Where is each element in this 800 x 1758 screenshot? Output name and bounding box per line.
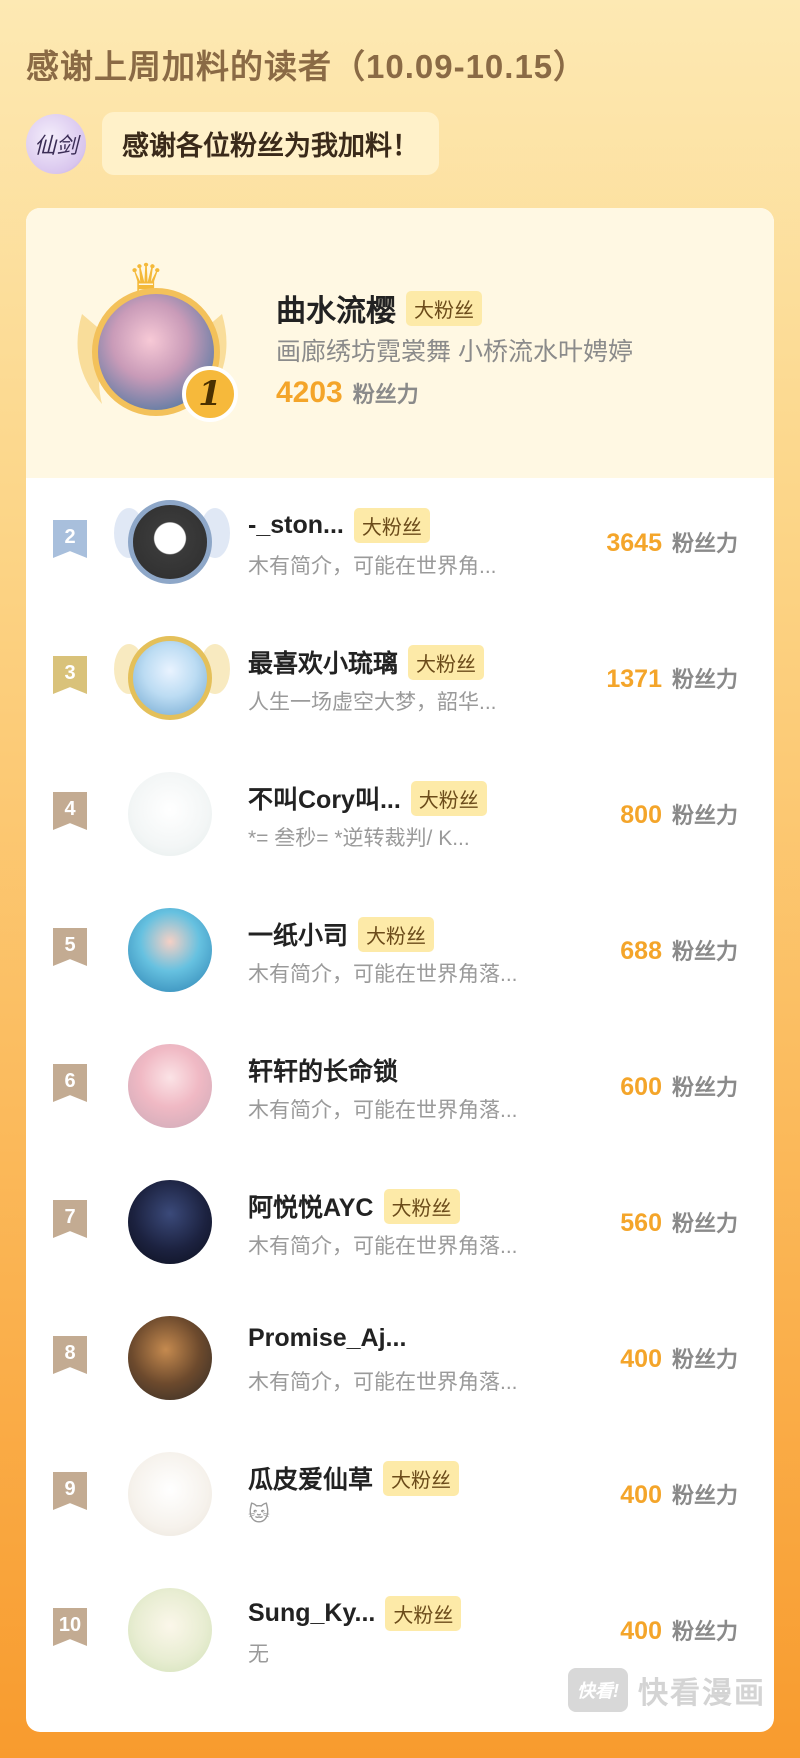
fan-name[interactable]: 阿悦悦AYC <box>248 1188 374 1224</box>
fan-score: 3645 <box>606 529 662 557</box>
fan-score: 400 <box>620 1345 662 1373</box>
rank-flag: 5 <box>53 928 87 966</box>
top-fan-section[interactable]: ♛ 1 曲水流樱 大粉丝 画廊绣坊霓裳舞 小桥流水叶娉婷 4203 粉丝力 <box>26 208 774 478</box>
fan-score: 600 <box>620 1073 662 1101</box>
avatar[interactable] <box>128 908 212 992</box>
fan-bio: 无 <box>248 1643 269 1666</box>
rank-flag: 3 <box>53 656 87 694</box>
fan-ranking-card: ♛ 1 曲水流樱 大粉丝 画廊绣坊霓裳舞 小桥流水叶娉婷 4203 粉丝力 2 -… <box>26 208 774 1732</box>
fan-row[interactable]: 3 最喜欢小琉璃 大粉丝人生一场虚空大梦，韶华... 1371 粉丝力 <box>26 614 774 750</box>
avatar[interactable] <box>128 772 212 856</box>
fan-bio: 木有简介，可能在世界角落... <box>248 963 518 986</box>
fan-score: 400 <box>620 1617 662 1645</box>
score-unit: 粉丝力 <box>352 382 419 407</box>
fan-tag-badge: 大粉丝 <box>406 290 482 326</box>
fan-bio: 木有简介，可能在世界角落... <box>248 1099 518 1122</box>
fan-row[interactable]: 9 瓜皮爱仙草 大粉丝 🐱 400 粉丝力 <box>26 1430 774 1566</box>
fan-tag-badge: 大粉丝 <box>383 1460 460 1496</box>
score-unit: 粉丝力 <box>671 1211 738 1236</box>
fan-name[interactable]: 轩轩的长命锁 <box>248 1052 398 1088</box>
avatar[interactable] <box>128 500 212 584</box>
fan-tag-badge: 大粉丝 <box>353 508 430 543</box>
fan-bio: 木有简介，可能在世界角... <box>248 555 497 578</box>
fan-bio: 🐱 <box>248 1503 270 1526</box>
avatar[interactable] <box>128 636 212 720</box>
fan-tag-badge: 大粉丝 <box>410 780 487 816</box>
watermark-text: 快看漫画 <box>638 1677 766 1710</box>
avatar[interactable] <box>128 1452 212 1536</box>
score-unit: 粉丝力 <box>671 531 738 556</box>
fan-name[interactable]: 瓜皮爱仙草 <box>248 1460 373 1496</box>
thanks-message: 感谢各位粉丝为我加料！ <box>102 112 439 175</box>
header-row: 仙剑 感谢各位粉丝为我加料！ <box>26 112 439 175</box>
fan-name[interactable]: 曲水流樱 <box>276 286 396 330</box>
rank-flag: 9 <box>53 1472 87 1510</box>
fan-tag-badge: 大粉丝 <box>408 644 485 680</box>
fan-score: 688 <box>620 937 662 965</box>
score-unit: 粉丝力 <box>671 1347 738 1372</box>
fan-row[interactable]: 5 一纸小司 大粉丝木有简介，可能在世界角落... 688 粉丝力 <box>26 886 774 1022</box>
rank-flag: 8 <box>53 1336 87 1374</box>
fan-bio: 画廊绣坊霓裳舞 小桥流水叶娉婷 <box>276 338 633 366</box>
fan-tag-badge: 大粉丝 <box>385 1596 462 1631</box>
fan-score: 800 <box>620 801 662 829</box>
fan-row[interactable]: 6 轩轩的长命锁木有简介，可能在世界角落... 600 粉丝力 <box>26 1022 774 1158</box>
score-unit: 粉丝力 <box>671 1619 738 1644</box>
fan-bio: 木有简介，可能在世界角落... <box>248 1371 518 1394</box>
avatar[interactable] <box>128 1180 212 1264</box>
score-unit: 粉丝力 <box>671 1075 738 1100</box>
fan-row[interactable]: 7 阿悦悦AYC 大粉丝木有简介，可能在世界角落... 560 粉丝力 <box>26 1158 774 1294</box>
avatar[interactable] <box>128 1044 212 1128</box>
score-unit: 粉丝力 <box>671 1483 738 1508</box>
fan-tag-badge: 大粉丝 <box>358 916 435 952</box>
comic-logo: 仙剑 <box>26 113 86 174</box>
fan-bio: 木有简介，可能在世界角落... <box>248 1235 518 1258</box>
fan-score: 4203 <box>276 376 343 409</box>
score-unit: 粉丝力 <box>671 667 738 692</box>
fan-row[interactable]: 4 不叫Cory叫... 大粉丝 *= 叁秒= *逆转裁判/ K... 800 粉丝力 <box>26 750 774 886</box>
fan-name[interactable]: 最喜欢小琉璃 <box>248 644 398 680</box>
watermark: 快看! 快看漫画 <box>568 1668 766 1712</box>
fan-name[interactable]: 一纸小司 <box>248 916 348 952</box>
rank-flag: 4 <box>53 792 87 830</box>
fan-name[interactable]: 不叫Cory叫... <box>248 780 401 816</box>
avatar[interactable] <box>128 1588 212 1672</box>
fan-score: 560 <box>620 1209 662 1237</box>
fan-name[interactable]: -_ston... <box>248 511 344 540</box>
fan-bio: 人生一场虚空大梦，韶华... <box>248 691 497 714</box>
fan-row[interactable]: 8 Promise_Aj... 木有简介，可能在世界角落... 400 粉丝力 <box>26 1294 774 1430</box>
score-unit: 粉丝力 <box>671 939 738 964</box>
rank-flag: 10 <box>53 1608 87 1646</box>
kuaikan-logo: 快看! <box>568 1668 628 1712</box>
fan-row[interactable]: 2 -_ston... 大粉丝木有简介，可能在世界角... 3645 粉丝力 <box>26 478 774 614</box>
fan-name[interactable]: Sung_Ky... <box>248 1599 375 1628</box>
fan-tag-badge: 大粉丝 <box>383 1188 460 1224</box>
avatar[interactable] <box>128 1316 212 1400</box>
page-title: 感谢上周加料的读者（10.09-10.15） <box>26 48 588 85</box>
fan-name[interactable]: Promise_Aj... <box>248 1324 406 1353</box>
fan-score: 400 <box>620 1481 662 1509</box>
fan-score: 1371 <box>606 665 662 693</box>
rank-flag: 7 <box>53 1200 87 1238</box>
score-unit: 粉丝力 <box>671 803 738 828</box>
rank-flag: 6 <box>53 1064 87 1102</box>
fan-bio: *= 叁秒= *逆转裁判/ K... <box>248 827 470 850</box>
rank-badge: 1 <box>182 366 238 422</box>
rank-flag: 2 <box>53 520 87 558</box>
